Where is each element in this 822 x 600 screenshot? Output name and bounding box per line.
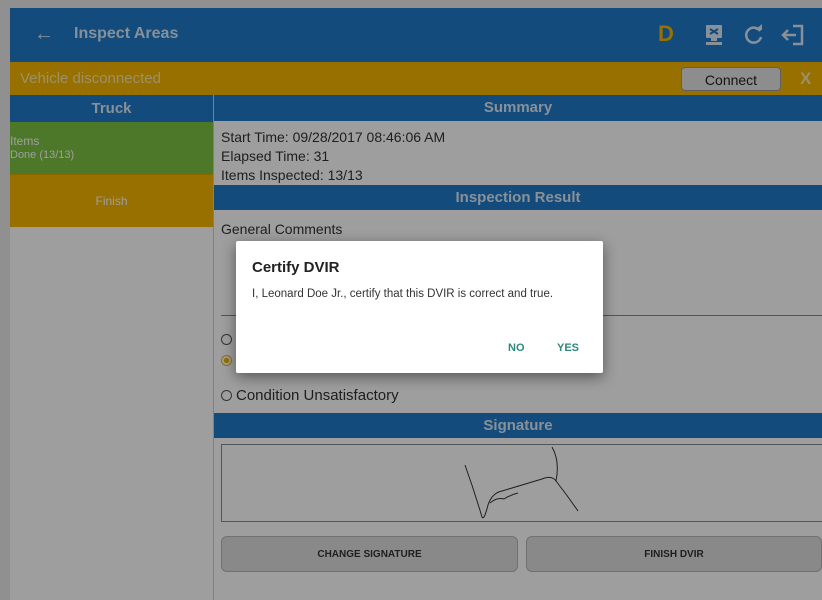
dialog-title: Certify DVIR <box>252 259 340 276</box>
dialog-message: I, Leonard Doe Jr., certify that this DV… <box>252 288 554 300</box>
dialog-no-button[interactable]: NO <box>508 342 525 354</box>
certify-dialog: Certify DVIR I, Leonard Doe Jr., certify… <box>236 241 603 373</box>
dialog-yes-button[interactable]: YES <box>557 342 579 354</box>
